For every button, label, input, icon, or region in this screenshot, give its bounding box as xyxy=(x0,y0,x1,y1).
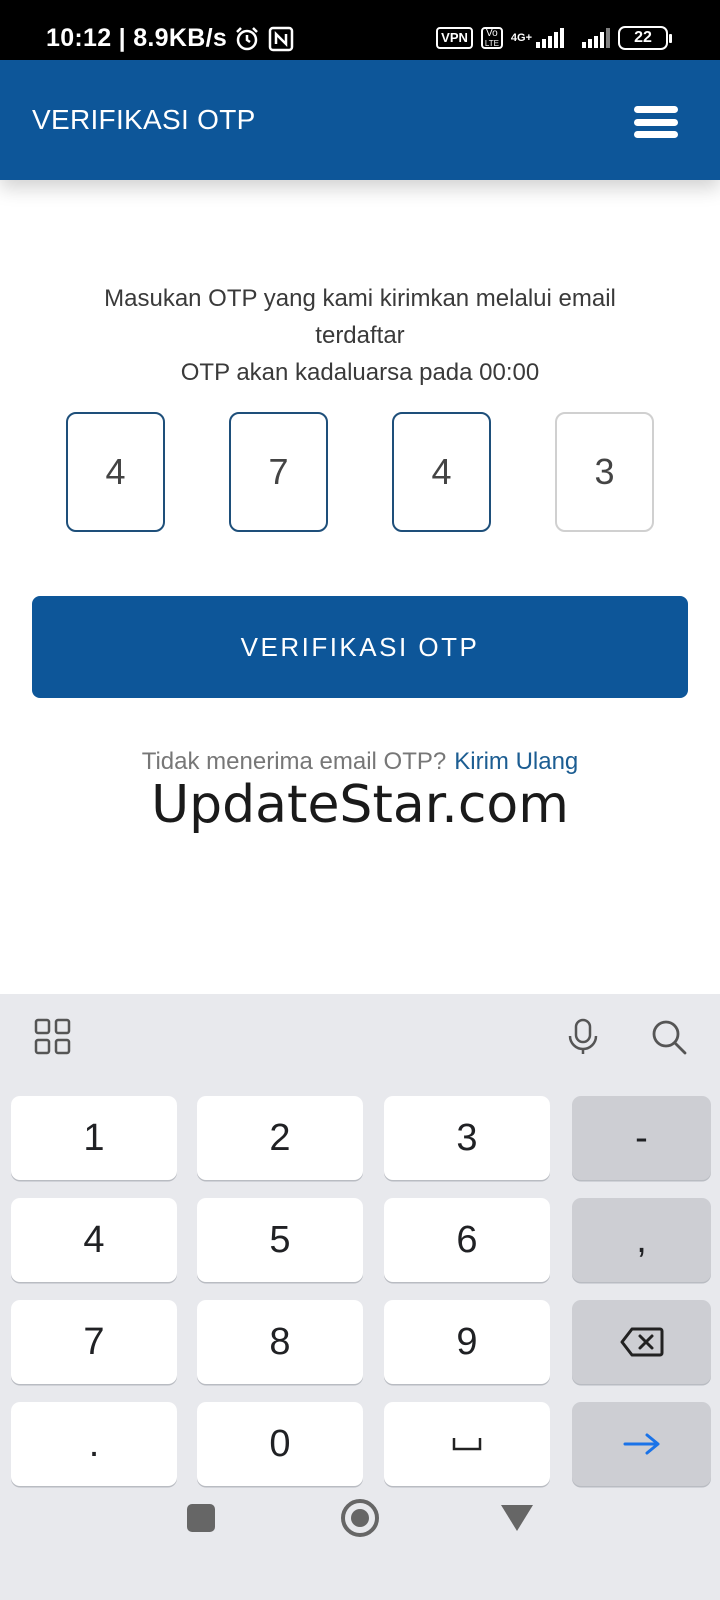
verify-otp-button[interactable]: VERIFIKASI OTP xyxy=(32,596,688,698)
app-bar: VERIFIKASI OTP xyxy=(0,60,720,180)
key-8[interactable]: 8 xyxy=(197,1300,363,1384)
back-icon[interactable] xyxy=(500,1504,534,1532)
otp-expiry-text: OTP akan kadaluarsa pada 00:00 xyxy=(180,359,540,386)
apps-grid-icon[interactable] xyxy=(32,1016,74,1058)
volte-bottom: LTE xyxy=(484,39,499,48)
menu-icon[interactable] xyxy=(634,106,678,138)
key-comma[interactable]: , xyxy=(572,1198,711,1282)
space-icon xyxy=(452,1438,482,1451)
page-title: VERIFIKASI OTP xyxy=(32,104,256,135)
arrow-right-icon xyxy=(623,1433,659,1455)
backspace-icon xyxy=(620,1327,663,1357)
status-right: VPN Vo LTE 4G+ 22 xyxy=(436,26,672,50)
status-time-speed: 10:12 | 8.9KB/s xyxy=(46,24,228,52)
nfc-icon xyxy=(268,26,294,51)
key-4[interactable]: 4 xyxy=(11,1198,177,1282)
recent-apps-icon[interactable] xyxy=(186,1503,216,1533)
enter-key[interactable] xyxy=(572,1402,711,1486)
signal-icon-sim2 xyxy=(582,28,610,48)
microphone-icon[interactable] xyxy=(562,1016,604,1058)
space-key[interactable] xyxy=(384,1402,550,1486)
key-minus[interactable]: - xyxy=(572,1096,711,1180)
alarm-icon xyxy=(236,26,258,50)
otp-instructions: Masukan OTP yang kami kirimkan melalui e… xyxy=(60,280,660,391)
status-left: 10:12 | 8.9KB/s xyxy=(46,24,295,53)
volte-top: Vo xyxy=(486,28,498,39)
key-2[interactable]: 2 xyxy=(197,1096,363,1180)
otp-digit-4[interactable]: 3 xyxy=(555,412,654,532)
key-3[interactable]: 3 xyxy=(384,1096,550,1180)
otp-input-group: 4 7 4 3 xyxy=(66,412,654,532)
home-icon[interactable] xyxy=(340,1498,380,1538)
status-bar: 10:12 | 8.9KB/s VPN Vo LTE 4G+ 22 xyxy=(0,0,720,60)
key-1[interactable]: 1 xyxy=(11,1096,177,1180)
watermark: UpdateStar.com xyxy=(151,775,569,835)
otp-digit-3[interactable]: 4 xyxy=(392,412,491,532)
battery-level: 22 xyxy=(634,29,652,46)
resend-link[interactable]: Kirim Ulang xyxy=(454,748,578,775)
otp-digit-2[interactable]: 7 xyxy=(229,412,328,532)
numeric-keyboard: 1 2 3 - 4 5 6 , 7 8 9 . 0 xyxy=(0,994,720,1600)
search-icon[interactable] xyxy=(648,1016,690,1058)
key-9[interactable]: 9 xyxy=(384,1300,550,1384)
backspace-key[interactable] xyxy=(572,1300,711,1384)
key-period[interactable]: . xyxy=(11,1402,177,1486)
signal-icon-sim1 xyxy=(536,28,564,48)
volte-badge: Vo LTE xyxy=(480,27,503,49)
key-0[interactable]: 0 xyxy=(197,1402,363,1486)
resend-row: Tidak menerima email OTP? Kirim Ulang xyxy=(0,748,720,776)
resend-prompt: Tidak menerima email OTP? xyxy=(141,748,447,775)
battery-icon: 22 xyxy=(618,26,672,50)
vpn-badge: VPN xyxy=(436,27,473,49)
network-type: 4G+ xyxy=(510,31,532,44)
key-7[interactable]: 7 xyxy=(11,1300,177,1384)
otp-instruction-text: Masukan OTP yang kami kirimkan melalui e… xyxy=(104,285,616,349)
otp-digit-1[interactable]: 4 xyxy=(66,412,165,532)
key-6[interactable]: 6 xyxy=(384,1198,550,1282)
key-5[interactable]: 5 xyxy=(197,1198,363,1282)
